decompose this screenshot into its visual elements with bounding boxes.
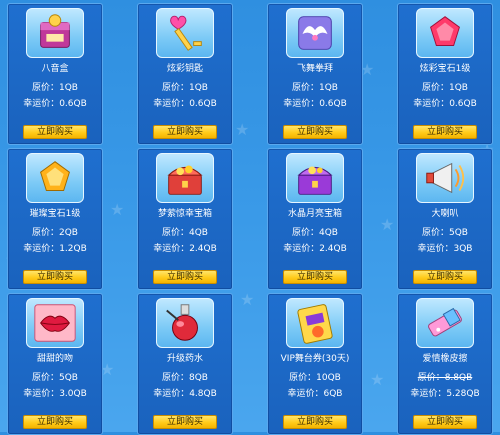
item-name: 甜甜的吻 [36,354,73,364]
original-price: 原价：2QB [32,228,78,238]
original-price: 原价：5QB [32,373,78,383]
lucky-price: 幸运价：5.28QB [410,389,480,399]
buy-now-button[interactable]: 立即购买 [413,415,477,429]
buy-now-button[interactable]: 立即购买 [413,125,477,139]
heart-key-icon[interactable] [156,8,214,58]
item-card: 甜甜的吻 原价：5QB 幸运价：3.0QB 立即购买 [7,293,103,435]
item-name: 八音盒 [41,64,69,74]
buy-now-button[interactable]: 立即购买 [23,125,87,139]
buy-now-button[interactable]: 立即购买 [153,270,217,284]
item-card: 璀璨宝石1级 原价：2QB 幸运价：1.2QB 立即购买 [7,148,103,290]
item-card: 爱情橡皮擦 原价：8.8QB 幸运价：5.28QB 立即购买 [397,293,493,435]
item-card: 梦萦惊幸宝箱 原价：4QB 幸运价：2.4QB 立即购买 [137,148,233,290]
buy-now-button[interactable]: 立即购买 [153,125,217,139]
lips-icon[interactable] [26,298,84,348]
item-name: VIP舞台券(30天) [280,354,350,364]
item-name: 璀璨宝石1级 [29,209,81,219]
purple-treasure-chest-icon[interactable] [286,153,344,203]
original-price: 原价：8.8QB [417,373,473,383]
original-price: 原价：4QB [292,228,338,238]
original-price: 原价：5QB [422,228,468,238]
lucky-price: 幸运价：1.2QB [23,244,87,254]
buy-now-button[interactable]: 立即购买 [283,270,347,284]
eraser-icon[interactable] [416,298,474,348]
item-card: 炫彩钥匙 原价：1QB 幸运价：0.6QB 立即购买 [137,3,233,145]
item-name: 大喇叭 [431,209,459,219]
lucky-price: 幸运价：0.6QB [283,99,347,109]
winged-card-icon[interactable] [286,8,344,58]
lucky-price: 幸运价：0.6QB [153,99,217,109]
buy-now-button[interactable]: 立即购买 [283,125,347,139]
lucky-price: 幸运价：4.8QB [153,389,217,399]
lucky-price: 幸运价：2.4QB [153,244,217,254]
buy-now-button[interactable]: 立即购买 [413,270,477,284]
original-price: 原价：10QB [289,373,341,383]
buy-now-button[interactable]: 立即购买 [283,415,347,429]
original-price: 原价：1QB [292,83,338,93]
lucky-price: 幸运价：6QB [287,389,343,399]
potion-icon[interactable] [156,298,214,348]
item-card: 八音盒 原价：1QB 幸运价：0.6QB 立即购买 [7,3,103,145]
megaphone-icon[interactable] [416,153,474,203]
gold-gem-icon[interactable] [26,153,84,203]
music-box-icon[interactable] [26,8,84,58]
red-gem-icon[interactable] [416,8,474,58]
item-name: 飞舞拳拜 [296,64,333,74]
buy-now-button[interactable]: 立即购买 [23,270,87,284]
buy-now-button[interactable]: 立即购买 [23,415,87,429]
item-name: 水晶月亮宝箱 [287,209,342,219]
vip-ticket-icon[interactable] [286,298,344,348]
lucky-price: 幸运价：3.0QB [23,389,87,399]
item-name: 炫彩宝石1级 [419,64,471,74]
item-name: 爱情橡皮擦 [422,354,468,364]
item-card: 水晶月亮宝箱 原价：4QB 幸运价：2.4QB 立即购买 [267,148,363,290]
lucky-price: 幸运价：3QB [417,244,473,254]
original-price: 原价：1QB [422,83,468,93]
item-card: 飞舞拳拜 原价：1QB 幸运价：0.6QB 立即购买 [267,3,363,145]
item-card: VIP舞台券(30天) 原价：10QB 幸运价：6QB 立即购买 [267,293,363,435]
item-name: 升级药水 [166,354,203,364]
original-price: 原价：1QB [162,83,208,93]
original-price: 原价：4QB [162,228,208,238]
buy-now-button[interactable]: 立即购买 [153,415,217,429]
lucky-price: 幸运价：0.6QB [413,99,477,109]
item-name: 炫彩钥匙 [166,64,203,74]
item-card: 炫彩宝石1级 原价：1QB 幸运价：0.6QB 立即购买 [397,3,493,145]
lucky-price: 幸运价：2.4QB [283,244,347,254]
original-price: 原价：1QB [32,83,78,93]
item-name: 梦萦惊幸宝箱 [157,209,212,219]
lucky-price: 幸运价：0.6QB [23,99,87,109]
item-card: 大喇叭 原价：5QB 幸运价：3QB 立即购买 [397,148,493,290]
original-price: 原价：8QB [162,373,208,383]
red-treasure-chest-icon[interactable] [156,153,214,203]
item-card: 升级药水 原价：8QB 幸运价：4.8QB 立即购买 [137,293,233,435]
